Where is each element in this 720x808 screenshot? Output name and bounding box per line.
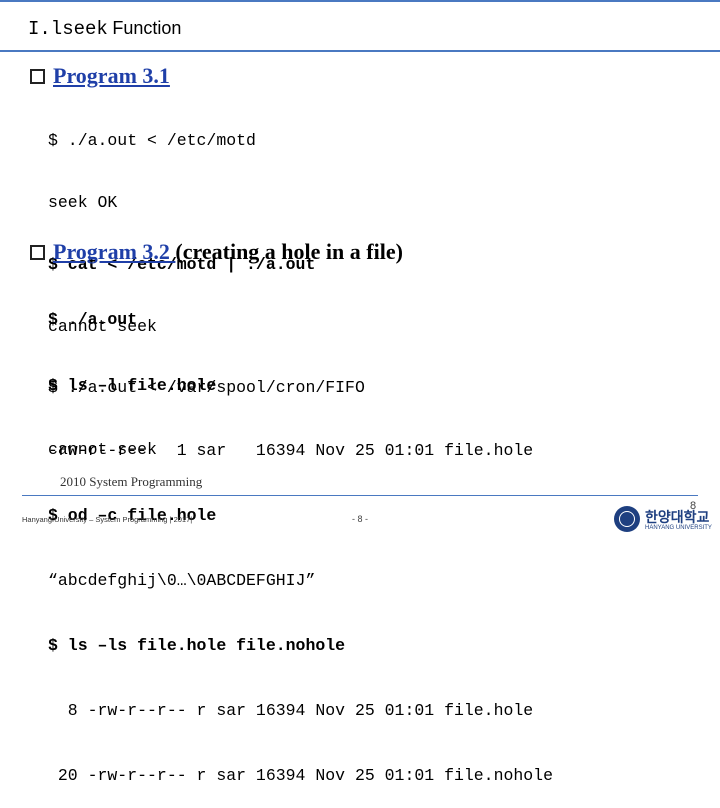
program-3-1-heading: Program 3.1 — [30, 63, 170, 89]
logo-text: 한양대학교 — [645, 510, 710, 526]
code-line: $ ./a.out < /etc/motd — [48, 131, 256, 151]
code-line: -rw-r--r-- 1 sar 16394 Nov 25 01:01 file… — [48, 440, 534, 460]
slide-title: I.lseek Function — [28, 18, 181, 40]
footer-page-number: - 8 - — [352, 514, 369, 524]
university-logo: 한양대학교 HANYANG UNIVERSITY — [614, 505, 712, 535]
slide-header: I.lseek Function — [0, 0, 720, 52]
header-rule — [0, 50, 720, 52]
title-function-name: I.lseek — [28, 18, 108, 40]
footer-rule — [22, 495, 698, 496]
footer-course-name: 2010 System Programming — [60, 474, 203, 489]
code-line: $ ls –ls file.hole file.nohole — [48, 635, 346, 655]
header-top-rule — [0, 0, 720, 2]
checkbox-bullet-icon — [30, 69, 45, 84]
program-3-2-link[interactable]: Program 3.2 — [53, 239, 175, 264]
code-line: “abcdefghij\0…\0ABCDEFGHIJ” — [48, 570, 316, 590]
code-line: $ ls –l file.hole — [48, 375, 217, 395]
code-line: 8 -rw-r--r-- r sar 16394 Nov 25 01:01 fi… — [48, 700, 534, 720]
program-3-2-heading: Program 3.2 (creating a hole in a file) — [30, 239, 403, 265]
logo-subtext: HANYANG UNIVERSITY — [645, 525, 712, 531]
footer-university: Hanyang University – System Programming … — [22, 515, 193, 524]
code-line: 20 -rw-r--r-- r sar 16394 Nov 25 01:01 f… — [48, 766, 553, 786]
program-3-2-description: (creating a hole in a file) — [175, 239, 403, 264]
university-seal-icon — [614, 506, 640, 532]
code-line: $ ./a.out — [48, 310, 138, 330]
program-3-2-output: $ ./a.out $ ls –l file.hole -rw-r--r-- 1… — [48, 266, 553, 808]
checkbox-bullet-icon — [30, 245, 45, 260]
program-3-1-link[interactable]: Program 3.1 — [53, 63, 170, 88]
title-function-word: Function — [112, 18, 182, 38]
code-line: seek OK — [48, 192, 118, 212]
